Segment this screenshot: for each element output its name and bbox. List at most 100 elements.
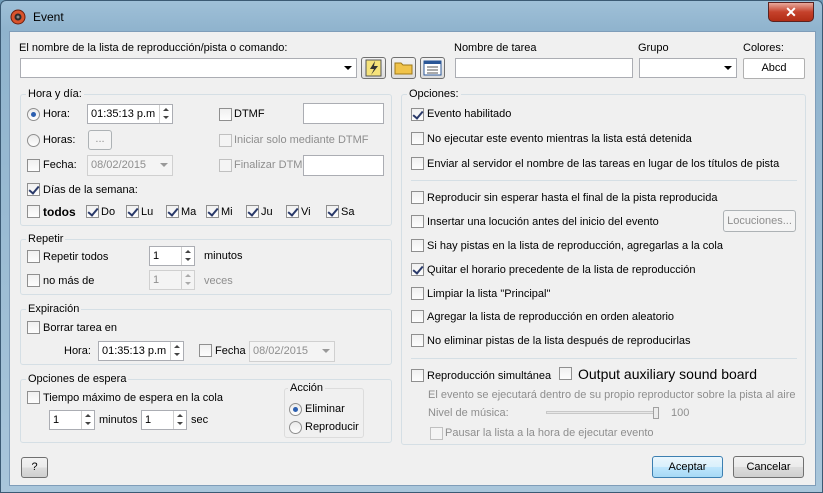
option-checkbox-shuffle[interactable] — [411, 310, 424, 323]
wait-seconds-spinner[interactable] — [173, 411, 186, 429]
option-checkbox-send-task-names[interactable] — [411, 157, 424, 170]
dtmf-end-checkbox[interactable] — [219, 159, 232, 172]
expire-time-input[interactable]: 01:35:13 p.m — [98, 341, 184, 361]
hora-time-input[interactable]: 01:35:13 p.m — [87, 104, 173, 124]
cancel-button[interactable]: Cancelar — [733, 456, 804, 478]
option-label-not-when-stopped: No ejecutar este evento mientras la list… — [427, 133, 692, 145]
times-label: veces — [204, 275, 233, 287]
repeat-checkbox[interactable] — [27, 250, 40, 263]
chevron-down-icon[interactable] — [160, 163, 168, 167]
repeat-spinner[interactable] — [181, 247, 194, 265]
aux-sound-label: Output auxiliary sound board — [578, 366, 757, 382]
chevron-down-icon[interactable] — [344, 66, 352, 70]
close-button[interactable]: ✕ — [768, 2, 814, 22]
option-checkbox-enabled[interactable] — [411, 108, 424, 121]
option-label-queue-tracks: Si hay pistas en la lista de reproducció… — [427, 240, 723, 252]
day-checkbox-mi[interactable] — [206, 205, 219, 218]
repeat-title: Repetir — [26, 233, 66, 245]
pause-list-checkbox[interactable] — [430, 427, 443, 440]
action-delete-label: Eliminar — [305, 403, 345, 415]
hora-radio-label: Hora: — [43, 108, 70, 120]
expire-date-checkbox[interactable] — [199, 344, 212, 357]
title-bar[interactable]: Event ✕ — [1, 1, 822, 31]
day-checkbox-ju[interactable] — [246, 205, 259, 218]
hora-radio[interactable] — [27, 108, 40, 121]
horas-button[interactable]: ... — [88, 130, 112, 150]
expire-time-spinner[interactable] — [170, 342, 183, 360]
music-level-thumb[interactable] — [653, 407, 659, 419]
option-label-shuffle: Agregar la lista de reproducción en orde… — [427, 311, 675, 323]
option-checkbox-not-when-stopped[interactable] — [411, 132, 424, 145]
day-checkbox-sa[interactable] — [326, 205, 339, 218]
day-label-mi: Mi — [221, 206, 233, 218]
option-label-keep-tracks: No eliminar pistas de la lista después d… — [427, 335, 691, 347]
option-checkbox-remove-schedule[interactable] — [411, 263, 424, 276]
day-label-vi: Vi — [301, 206, 311, 218]
open-folder-button[interactable] — [391, 57, 416, 79]
option-checkbox-clear-main[interactable] — [411, 287, 424, 300]
folder-icon — [394, 62, 413, 75]
weekdays-checkbox[interactable] — [27, 183, 40, 196]
wait-seconds-input[interactable]: 1 — [141, 410, 187, 430]
dtmf-label: DTMF — [234, 108, 265, 120]
expire-date-picker[interactable]: 08/02/2015 — [249, 341, 335, 362]
day-checkbox-lu[interactable] — [126, 205, 139, 218]
task-name-label: Nombre de tarea — [454, 42, 537, 54]
fecha-checkbox[interactable] — [27, 159, 40, 172]
dtmf-checkbox[interactable] — [219, 108, 232, 121]
chevron-down-icon[interactable] — [724, 66, 732, 70]
event-window: Event ✕ El nombre de la lista de reprodu… — [0, 0, 823, 493]
wait-minutes-label: minutos — [99, 414, 138, 426]
option-checkbox-play-now[interactable] — [411, 191, 424, 204]
action-play-radio[interactable] — [289, 421, 302, 434]
colors-button[interactable]: Abcd — [743, 58, 805, 79]
fecha-date-picker[interactable]: 08/02/2015 — [87, 155, 173, 176]
option-checkbox-insert-locution[interactable] — [411, 215, 424, 228]
option-checkbox-queue-tracks[interactable] — [411, 239, 424, 252]
dialog-body: El nombre de la lista de reproducción/pi… — [9, 31, 816, 486]
dtmf-start-checkbox[interactable] — [219, 134, 232, 147]
options-divider — [411, 358, 797, 359]
option-label-insert-locution: Insertar una locución antes del inicio d… — [427, 216, 659, 228]
max-times-checkbox[interactable] — [27, 274, 40, 287]
repeat-label: Repetir todos — [43, 251, 109, 263]
max-times-spinner[interactable] — [181, 271, 194, 289]
playlist-label: El nombre de la lista de reproducción/pi… — [19, 42, 288, 54]
simultaneous-checkbox[interactable] — [411, 369, 424, 382]
simultaneous-note: El evento se ejecutará dentro de su prop… — [428, 389, 796, 401]
day-checkbox-ma[interactable] — [166, 205, 179, 218]
locutions-button[interactable]: Locuciones... — [723, 210, 796, 232]
day-checkbox-do[interactable] — [86, 205, 99, 218]
all-days-checkbox[interactable] — [27, 205, 40, 218]
accept-button[interactable]: Aceptar — [652, 456, 723, 478]
pause-list-label: Pausar la lista a la hora de ejecutar ev… — [445, 427, 654, 439]
delete-task-checkbox[interactable] — [27, 321, 40, 334]
max-wait-checkbox[interactable] — [27, 391, 40, 404]
chevron-down-icon[interactable] — [322, 349, 330, 353]
playlist-browser-button[interactable] — [420, 57, 445, 79]
help-button[interactable]: ? — [21, 457, 48, 478]
dtmf-start-label: Iniciar solo mediante DTMF — [234, 134, 369, 146]
speaker-app-icon — [10, 9, 26, 25]
wait-minutes-spinner[interactable] — [81, 411, 94, 429]
repeat-minutes-input[interactable]: 1 — [149, 246, 195, 266]
music-level-slider[interactable] — [546, 411, 659, 414]
dtmf-end-input[interactable] — [303, 155, 384, 176]
horas-radio[interactable] — [27, 134, 40, 147]
day-label-ma: Ma — [181, 206, 197, 218]
aux-sound-checkbox[interactable] — [559, 367, 572, 380]
action-title: Acción — [288, 382, 326, 394]
wait-minutes-input[interactable]: 1 — [49, 410, 95, 430]
option-checkbox-keep-tracks[interactable] — [411, 334, 424, 347]
day-checkbox-vi[interactable] — [286, 205, 299, 218]
action-delete-radio[interactable] — [289, 403, 302, 416]
playlist-combo[interactable] — [20, 58, 357, 78]
max-times-input[interactable]: 1 — [149, 270, 195, 290]
hora-spinner[interactable] — [159, 105, 172, 123]
max-wait-label: Tiempo máximo de espera en la cola — [43, 392, 223, 404]
dtmf-input[interactable] — [303, 103, 384, 124]
command-button[interactable] — [361, 57, 386, 79]
group-combo[interactable] — [639, 58, 737, 78]
lightning-icon — [365, 59, 382, 77]
task-name-input[interactable] — [455, 58, 633, 78]
